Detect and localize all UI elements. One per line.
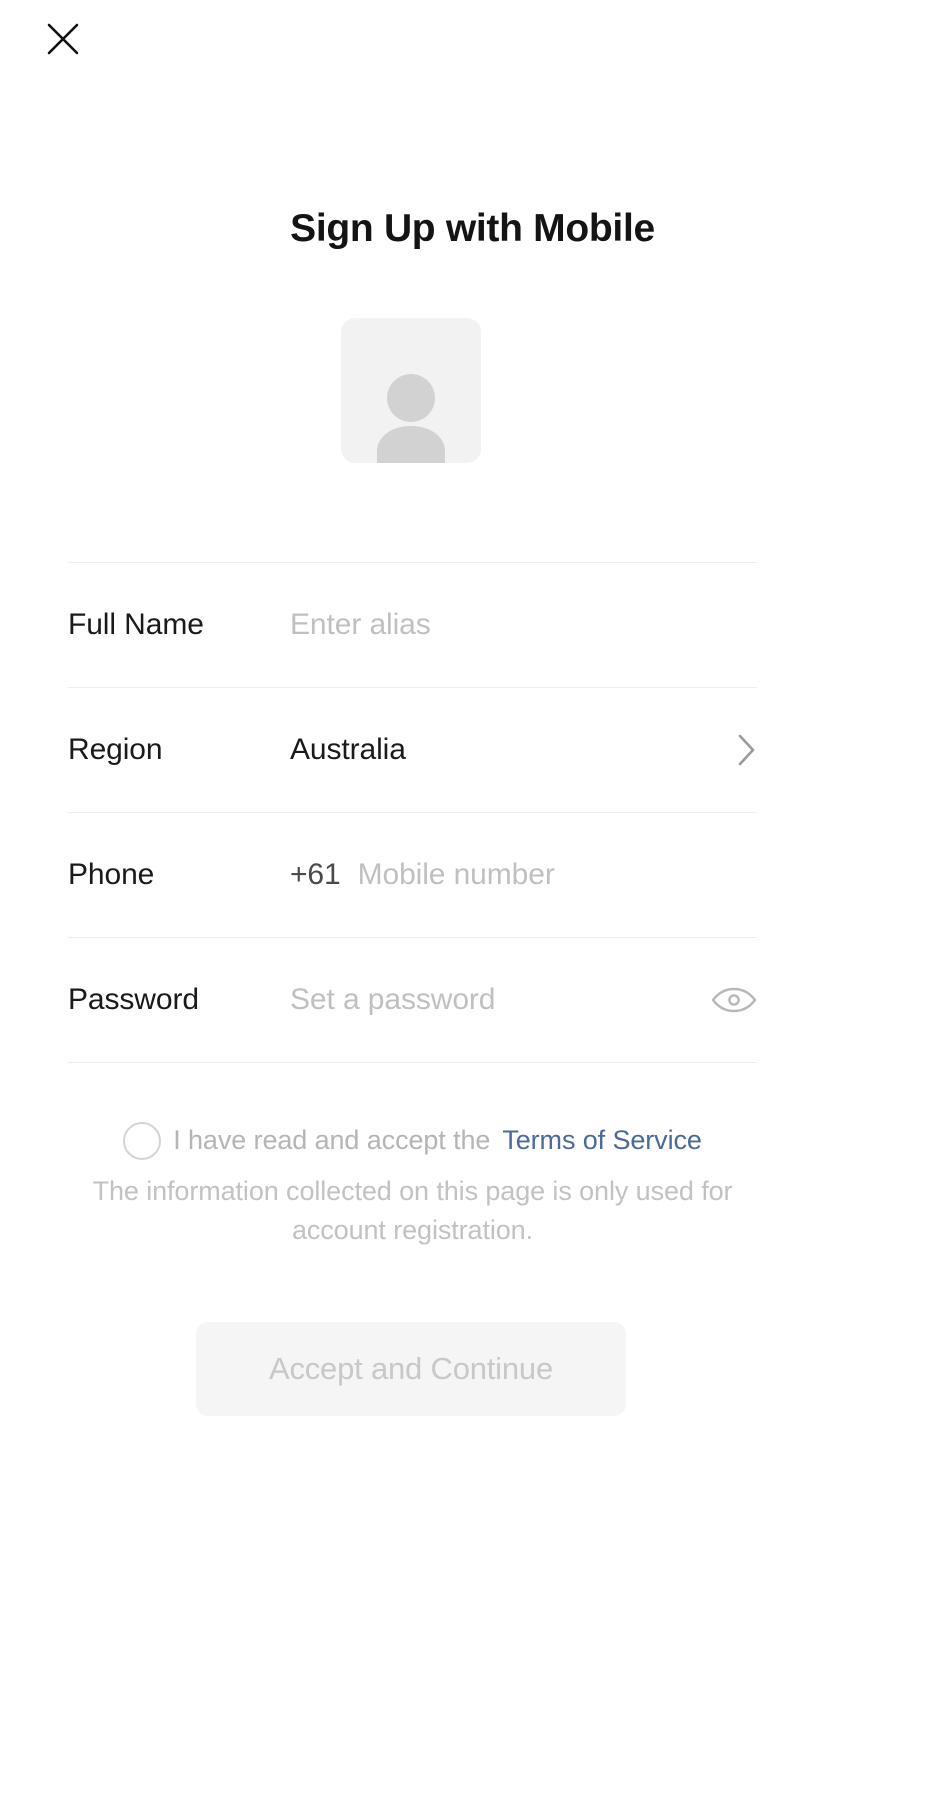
- field-phone[interactable]: +61 Mobile number: [290, 858, 757, 892]
- field-region[interactable]: Australia: [290, 733, 757, 767]
- form-row-region[interactable]: Region Australia: [68, 688, 757, 812]
- label-full-name: Full Name: [68, 608, 204, 641]
- terms-note: The information collected on this page i…: [92, 1176, 733, 1246]
- terms-of-service-link[interactable]: Terms of Service: [502, 1123, 702, 1158]
- close-button[interactable]: [40, 16, 86, 62]
- avatar-upload-button[interactable]: [341, 318, 481, 463]
- field-password[interactable]: Set a password: [290, 983, 757, 1017]
- label-phone: Phone: [68, 858, 155, 891]
- phone-dial-code: +61: [290, 858, 341, 891]
- page-title: Sign Up with Mobile: [290, 207, 655, 250]
- region-value: Australia: [290, 733, 406, 766]
- phone-input-placeholder[interactable]: Mobile number: [358, 858, 555, 892]
- terms-block: I have read and accept the Terms of Serv…: [68, 1122, 757, 1250]
- close-icon: [46, 22, 80, 56]
- eye-icon: [711, 986, 757, 1014]
- password-visibility-toggle[interactable]: [711, 977, 757, 1023]
- form-row-password[interactable]: Password Set a password: [68, 938, 757, 1062]
- divider-bottom: [68, 1062, 757, 1063]
- password-input-placeholder[interactable]: Set a password: [290, 983, 495, 1017]
- terms-consent-row[interactable]: I have read and accept the Terms of Serv…: [68, 1122, 757, 1160]
- label-password: Password: [68, 983, 199, 1016]
- form-row-phone[interactable]: Phone +61 Mobile number: [68, 813, 757, 937]
- label-region: Region: [68, 733, 163, 766]
- terms-checkbox[interactable]: [123, 1122, 162, 1160]
- full-name-input-placeholder[interactable]: Enter alias: [290, 608, 431, 642]
- form-row-full-name[interactable]: Full Name Enter alias: [68, 563, 757, 687]
- region-disclosure-button[interactable]: [711, 727, 757, 773]
- field-full-name[interactable]: Enter alias: [290, 608, 757, 642]
- signup-form: Full Name Enter alias Region Australia P…: [68, 562, 757, 1063]
- chevron-right-icon: [737, 733, 757, 767]
- person-placeholder-icon: [365, 365, 457, 463]
- terms-consent-text: I have read and accept the: [173, 1125, 491, 1156]
- accept-and-continue-button[interactable]: Accept and Continue: [196, 1322, 626, 1416]
